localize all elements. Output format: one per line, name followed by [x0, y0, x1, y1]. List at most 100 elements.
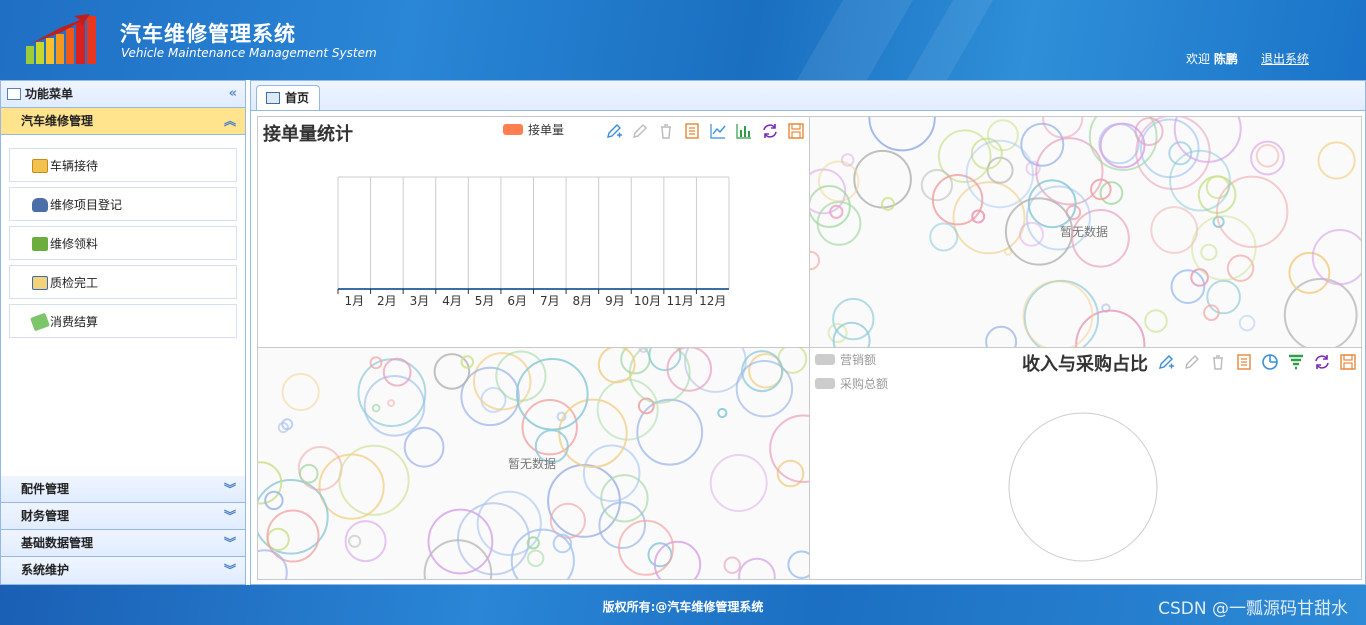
- bubble: [929, 222, 959, 252]
- x-tick-label: 3月: [410, 294, 430, 308]
- group-header-system[interactable]: 系统维护 ︾: [1, 557, 245, 584]
- bubble: [881, 196, 895, 211]
- bubble: [1206, 279, 1241, 315]
- no-data-label: 暂无数据: [1060, 225, 1109, 239]
- menu-item-label: 消费结算: [50, 315, 99, 329]
- bubble: [1200, 243, 1218, 261]
- bubble: [717, 407, 728, 419]
- bubble: [403, 426, 445, 468]
- menu-panel-icon: [7, 88, 21, 100]
- bubble: [1020, 122, 1065, 167]
- bubble: [985, 325, 1018, 347]
- welcome-text: 欢迎 陈鹏: [1186, 50, 1238, 67]
- bubble: [281, 372, 320, 412]
- app-title: 汽车维修管理系统: [120, 22, 296, 46]
- orders-bar-chart: 1月 2月 3月 4月 5月 6月 7月 8月 9月 10月 11月 12月: [337, 176, 730, 308]
- tab-label: 首页: [285, 91, 310, 105]
- bubble: [382, 357, 412, 387]
- x-tick-label: 6月: [507, 294, 527, 308]
- bubble: [318, 453, 385, 520]
- bubble: [653, 540, 702, 579]
- bubble: [387, 399, 396, 408]
- empty-chart-panel-top: 暂无数据: [809, 116, 1362, 348]
- bubble: [709, 454, 768, 512]
- group-label: 基础数据管理: [21, 536, 94, 550]
- bubble: [558, 398, 628, 469]
- menu-item-label: 质检完工: [50, 276, 99, 290]
- bubble: [817, 160, 860, 203]
- bubble: [738, 557, 776, 579]
- chevron-down-icon: ︾: [223, 563, 236, 577]
- bubble: [1150, 206, 1199, 254]
- group-header-parts[interactable]: 配件管理 ︾: [1, 476, 245, 503]
- header-stripe: [796, 0, 914, 80]
- collapse-sidebar-icon[interactable]: «: [229, 81, 237, 107]
- menu-item-label: 维修领料: [50, 237, 99, 251]
- group-label: 配件管理: [21, 482, 70, 496]
- bubble: [1042, 117, 1084, 139]
- bubble: [597, 348, 636, 384]
- chevron-down-icon: ︾: [223, 509, 236, 523]
- x-tick-label: 4月: [442, 294, 462, 308]
- bubble: [832, 321, 871, 347]
- sidebar-title: 功能菜单: [25, 87, 74, 101]
- logo-icon: [26, 14, 96, 64]
- bubble: [952, 181, 1026, 255]
- bubble: [723, 556, 741, 574]
- chevron-down-icon: ︾: [223, 482, 236, 496]
- bubble: [1238, 314, 1256, 332]
- group-header-repair[interactable]: 汽车维修管理 ︽: [1, 108, 245, 135]
- header: 汽车维修管理系统 Vehicle Maintenance Management …: [0, 0, 1366, 80]
- bubble: [344, 520, 387, 563]
- menu-item-repair-materials[interactable]: 维修领料: [9, 226, 237, 260]
- empty-chart-panel-bottom: 暂无数据: [257, 347, 810, 580]
- sidebar: 功能菜单 « 汽车维修管理 ︽ 车辆接待 维修项目登记 维修领料 质检完工 消费…: [0, 80, 246, 585]
- ratio-chart-panel: 营销额 采购总额 收入与采购占比: [809, 347, 1362, 580]
- bubble: [264, 490, 284, 511]
- menu-item-label: 维修项目登记: [50, 198, 123, 212]
- bubble: [596, 378, 659, 441]
- checklist-icon: [32, 276, 48, 290]
- car-icon: [32, 198, 48, 212]
- bubble: [1317, 141, 1356, 180]
- bubble: [986, 119, 1019, 152]
- welcome-prefix: 欢迎: [1186, 52, 1211, 66]
- bubble: [598, 501, 647, 549]
- tab-bar: 首页: [250, 80, 1366, 112]
- user-name: 陈鹏: [1213, 52, 1238, 66]
- cart-icon: [32, 237, 48, 251]
- group-header-finance[interactable]: 财务管理 ︾: [1, 503, 245, 530]
- menu-item-settlement[interactable]: 消费结算: [9, 304, 237, 338]
- bubble: [371, 403, 381, 413]
- no-data-label: 暂无数据: [508, 457, 557, 471]
- menu-list: 车辆接待 维修项目登记 维修领料 质检完工 消费结算: [1, 135, 245, 503]
- bubble: [1099, 181, 1124, 205]
- bubble: [810, 250, 821, 271]
- bubble: [348, 534, 362, 548]
- menu-item-repair-registration[interactable]: 维修项目登记: [9, 187, 237, 221]
- group-header-base-data[interactable]: 基础数据管理 ︾: [1, 530, 245, 557]
- x-tick-label: 5月: [475, 294, 495, 308]
- menu-item-quality-check[interactable]: 质检完工: [9, 265, 237, 299]
- sidebar-header: 功能菜单 «: [1, 81, 245, 108]
- bubble: [527, 549, 545, 568]
- dashboard: 接单量统计 接单量 1月 2月 3月 4月 5月 6月 7月 8月 9月 10月 11月 12月 暂无…: [250, 110, 1366, 585]
- pie-outline: [1008, 412, 1158, 562]
- bubble: [433, 353, 471, 390]
- app-subtitle: Vehicle Maintenance Management System: [121, 46, 377, 60]
- footer: 版权所有:@汽车维修管理系统 CSDN @一瓢源码甘甜水: [0, 585, 1366, 625]
- bubble: [1144, 309, 1168, 333]
- bubble: [460, 366, 520, 427]
- logout-link[interactable]: 退出系统: [1261, 50, 1309, 67]
- home-tab-icon: [266, 92, 280, 104]
- bubble: [582, 444, 641, 503]
- bubble: [1288, 251, 1331, 294]
- tab-home[interactable]: 首页: [256, 85, 320, 112]
- bubble: [1190, 268, 1209, 287]
- chevron-up-icon: ︽: [223, 114, 236, 128]
- bubble: [457, 502, 530, 576]
- x-tick-label: 10月: [634, 294, 661, 308]
- x-tick-label: 7月: [540, 294, 560, 308]
- ratio-pie-chart: [1008, 412, 1158, 562]
- menu-item-vehicle-reception[interactable]: 车辆接待: [9, 148, 237, 182]
